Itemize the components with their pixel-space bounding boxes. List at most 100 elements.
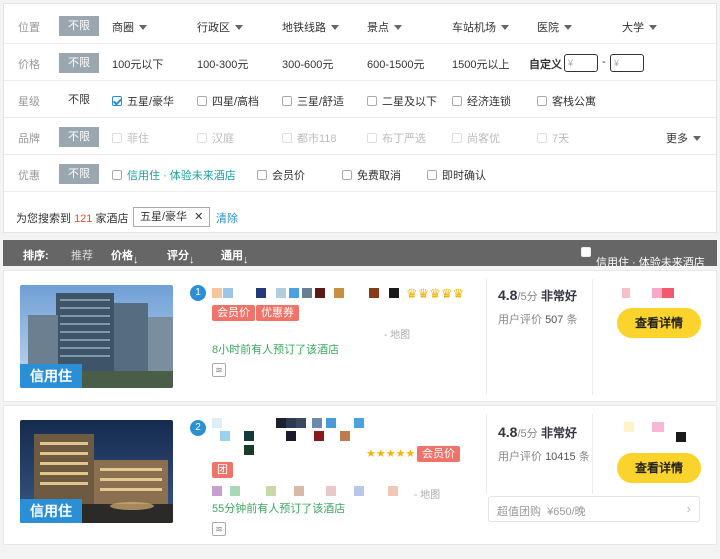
redacted-name (312, 418, 322, 428)
promo-option-credit[interactable]: 信用住 · 体验未来酒店 (112, 167, 236, 183)
price-unlimited[interactable]: 不限 (59, 53, 99, 73)
chevron-down-icon (235, 25, 243, 30)
redacted-name (256, 288, 266, 298)
location-option-hospital[interactable]: 医院 (537, 19, 572, 35)
redacted-name (223, 288, 233, 298)
result-index: 2 (190, 420, 206, 436)
price-option[interactable]: 300-600元 (282, 56, 333, 72)
divider (592, 414, 593, 494)
view-details-button[interactable]: 查看详情 (617, 453, 701, 483)
price-option[interactable]: 1500元以上 (452, 56, 509, 72)
redacted-price (662, 288, 674, 298)
star-option-economy[interactable]: 经济连锁 (452, 93, 511, 109)
hotel-photo[interactable]: 信用住 (20, 285, 173, 388)
redacted-address (354, 486, 364, 496)
star-label: 星级 (18, 96, 40, 108)
price-min-input[interactable]: ¥ (564, 54, 598, 72)
close-icon[interactable]: ✕ (194, 211, 203, 223)
group-deal-row[interactable]: 超值团购 ¥650/晚 › (488, 496, 700, 522)
wifi-icon: ≋ (212, 522, 226, 536)
sort-rating[interactable]: 评分 ↓ (167, 247, 195, 266)
location-option-station[interactable]: 车站机场 (452, 19, 509, 35)
sort-recommended[interactable]: 推荐 (71, 247, 93, 263)
redacted-address (230, 486, 240, 496)
brand-label: 品牌 (18, 133, 40, 145)
price-option[interactable]: 100-300元 (197, 56, 248, 72)
rating-score: 4.8/5分 非常好 (498, 424, 578, 440)
location-option-metro[interactable]: 地铁线路 (282, 19, 339, 35)
filter-panel: 位置 不限 商圈 行政区 地铁线路 景点 车站机场 医院 大学 价格 不限 10… (3, 3, 717, 233)
brand-row: 品牌 不限 菲住 汉庭 都市118 布丁严选 尚客优 7天 更多 (4, 119, 716, 155)
star-option-three[interactable]: 三星/舒适 (282, 93, 344, 109)
location-option-district[interactable]: 行政区 (197, 19, 243, 35)
price-option[interactable]: 100元以下 (112, 56, 163, 72)
star-unlimited[interactable]: 不限 (59, 90, 99, 110)
brand-unlimited[interactable]: 不限 (59, 127, 99, 147)
location-option-university[interactable]: 大学 (622, 19, 657, 35)
promo-option-member[interactable]: 会员价 (257, 167, 305, 183)
price-max-input[interactable]: ¥ (610, 54, 644, 72)
location-unlimited[interactable]: 不限 (59, 16, 99, 36)
coupon-tag: 优惠券 (256, 305, 299, 321)
promo-option-free-cancel[interactable]: 免费取消 (342, 167, 401, 183)
chevron-down-icon (331, 25, 339, 30)
checkbox-icon (537, 133, 547, 143)
star-rating-icon: ★★★★★ (366, 448, 416, 460)
group-deal-text: 超值团购 ¥650/晚 (497, 506, 586, 518)
promo-label: 优惠 (18, 170, 40, 182)
checkbox-icon (282, 133, 292, 143)
map-link[interactable]: - 地图 (384, 326, 410, 341)
hotel-photo[interactable]: 信用住 (20, 420, 173, 523)
checkbox-icon (112, 133, 122, 143)
brand-option[interactable]: 布丁严选 (367, 130, 426, 146)
brand-option[interactable]: 菲住 (112, 130, 149, 146)
hotel-card[interactable]: 信用住 2 ★★★★★ 会员价 团 - 地图 55分钟前有人预订了该酒店 ≋ 4… (3, 405, 717, 545)
active-filter-chip[interactable]: 五星/豪华 ✕ (133, 207, 211, 227)
hotel-card[interactable]: 信用住 1 ♛♛♛♛♛ 会员价 优惠券 - 地图 8小时前有人预订了该酒店 ≋ … (3, 270, 717, 402)
sort-price[interactable]: 价格 ↓ (111, 247, 139, 266)
redacted-address (212, 486, 222, 496)
map-link[interactable]: - 地图 (414, 486, 440, 501)
review-count[interactable]: 用户评价 10415 条 (498, 448, 590, 464)
checkbox-icon (112, 170, 122, 180)
custom-price-label: 自定义 (529, 59, 562, 71)
star-option-inn[interactable]: 客栈公寓 (537, 93, 596, 109)
brand-option[interactable]: 汉庭 (197, 130, 234, 146)
redacted-name (212, 288, 222, 298)
credit-only-toggle[interactable]: 信用住 · 体验未来酒店 (581, 247, 705, 269)
arrow-down-icon: ↓ (243, 254, 249, 266)
location-option-attraction[interactable]: 景点 (367, 19, 402, 35)
credit-badge: 信用住 (20, 364, 82, 388)
redacted-name (302, 288, 312, 298)
price-label: 价格 (18, 59, 40, 71)
brand-option[interactable]: 7天 (537, 130, 569, 146)
result-index: 1 (190, 285, 206, 301)
checkbox-icon (581, 247, 591, 257)
checkbox-icon (537, 96, 547, 106)
review-count[interactable]: 用户评价 507 条 (498, 311, 577, 327)
redacted-name (315, 288, 325, 298)
view-details-button[interactable]: 查看详情 (617, 308, 701, 338)
sort-general[interactable]: 通用 ↓ (221, 247, 249, 266)
location-option-business-district[interactable]: 商圈 (112, 19, 147, 35)
brand-option[interactable]: 都市118 (282, 130, 337, 146)
recent-booking-text: 8小时前有人预订了该酒店 (212, 344, 340, 356)
redacted-name (334, 288, 344, 298)
redacted-price (652, 422, 664, 432)
redacted-name (244, 445, 254, 455)
brand-more-button[interactable]: 更多 (666, 130, 701, 146)
brand-option[interactable]: 尚客优 (452, 130, 500, 146)
clear-filters-link[interactable]: 清除 (216, 210, 238, 226)
redacted-name (326, 418, 336, 428)
price-option[interactable]: 600-1500元 (367, 56, 425, 72)
checkbox-icon (367, 96, 377, 106)
group-tag: 团 (212, 462, 233, 478)
star-option-two[interactable]: 二星及以下 (367, 93, 437, 109)
redacted-name (354, 418, 364, 428)
star-option-four[interactable]: 四星/高档 (197, 93, 259, 109)
crown-rating-icon: ♛♛♛♛♛ (406, 286, 465, 301)
promo-option-instant[interactable]: 即时确认 (427, 167, 486, 183)
promo-unlimited[interactable]: 不限 (59, 164, 99, 184)
checkbox-icon (342, 170, 352, 180)
star-option-five[interactable]: 五星/豪华 (112, 93, 174, 109)
